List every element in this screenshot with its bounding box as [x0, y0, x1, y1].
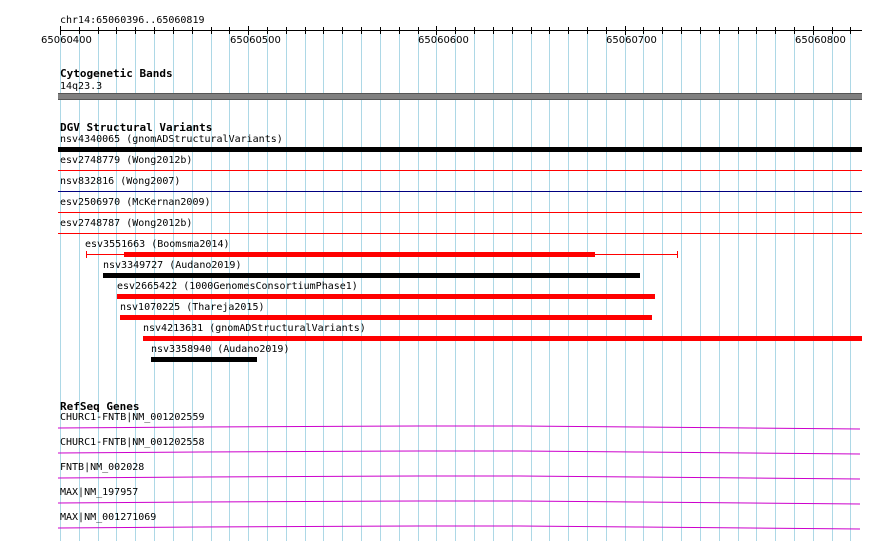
genome-browser: chr14:65060396..65060819 65060400 650605… [0, 0, 890, 541]
gene-line[interactable] [57, 525, 861, 530]
gene-line[interactable] [57, 475, 861, 480]
gene-line[interactable] [57, 500, 861, 505]
gene-line[interactable] [57, 425, 861, 430]
gene-line[interactable] [57, 450, 861, 455]
gene-models [57, 425, 861, 530]
